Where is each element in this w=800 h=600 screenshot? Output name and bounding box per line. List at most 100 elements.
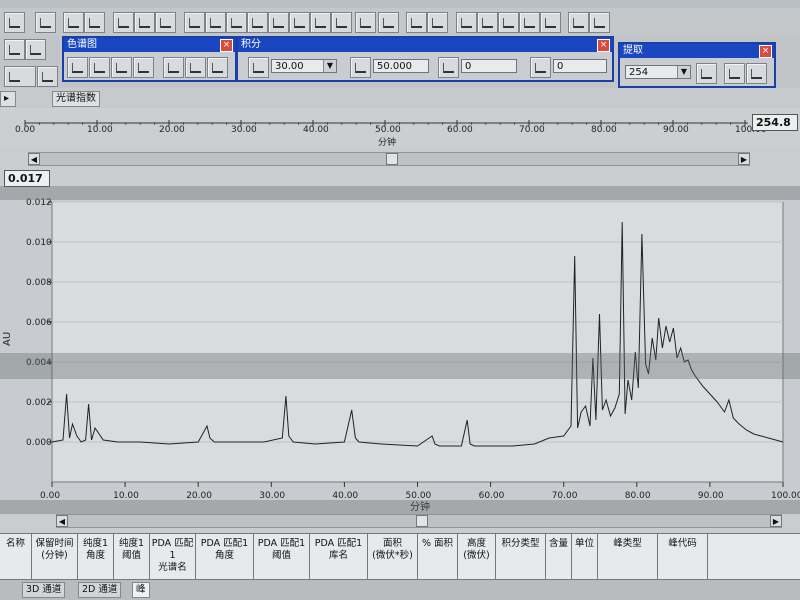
peak-width-select[interactable]: 30.00 ▼ (271, 59, 337, 73)
time-axis-tick-label: 40.00 (303, 125, 329, 135)
toolbar-tool-icon[interactable] (226, 12, 247, 33)
toolbar-tool-icon[interactable] (427, 12, 448, 33)
scroll-right-icon[interactable]: ▶ (770, 515, 782, 527)
scroll-left-icon[interactable]: ◀ (56, 515, 68, 527)
tab-2d-channel[interactable]: 2D 通道 (78, 582, 122, 598)
min-height-field[interactable]: 0 (553, 59, 607, 73)
toolbar-tool-icon[interactable] (477, 12, 498, 33)
toolbar-tool-icon[interactable] (84, 12, 105, 33)
chromatogram-tool-icon[interactable] (207, 57, 228, 78)
toolbar-tool-icon[interactable] (355, 12, 376, 33)
chromatogram-tool-icon[interactable] (89, 57, 110, 78)
toolbar-tool-icon[interactable] (519, 12, 540, 33)
plot-area (51, 201, 784, 483)
toolbar-tool-icon[interactable] (4, 39, 25, 60)
peak-width-value: 30.00 (275, 61, 304, 72)
min-height-icon[interactable] (530, 57, 551, 78)
toolbar-tool-icon[interactable] (331, 12, 352, 33)
toolbar-tool-icon[interactable] (4, 66, 36, 87)
table-column-header[interactable]: 峰代码 (658, 534, 708, 580)
time-axis-tick-label: 0.00 (15, 125, 35, 135)
table-column-header[interactable]: 名称 (0, 534, 32, 580)
table-column-header[interactable]: 高度 (微伏) (458, 534, 496, 580)
toolbar-tool-icon[interactable] (4, 12, 25, 33)
toolbar-tool-icon[interactable] (540, 12, 561, 33)
close-icon[interactable]: × (759, 45, 772, 58)
toolbar-tool-icon[interactable] (498, 12, 519, 33)
table-column-header[interactable]: PDA 匹配1 库名 (310, 534, 368, 580)
chromatogram-panel-title: 色谱图 × (64, 38, 235, 52)
table-column-header[interactable]: 纯度1 角度 (78, 534, 114, 580)
table-column-header[interactable]: 保留时间 (分钟) (32, 534, 78, 580)
extract-title-label: 提取 (623, 45, 643, 56)
time-axis-tick-label: 10.00 (87, 125, 113, 135)
table-column-header[interactable]: PDA 匹配1 光谱名 (150, 534, 196, 580)
close-icon[interactable]: × (220, 39, 233, 52)
time-axis-tick-label: 60.00 (447, 125, 473, 135)
main-toolbar (0, 8, 800, 37)
table-column-header[interactable]: 峰类型 (598, 534, 658, 580)
toolbar-tool-icon[interactable] (37, 66, 58, 87)
toolbar-tool-icon[interactable] (406, 12, 427, 33)
help-icon[interactable] (589, 12, 610, 33)
chromatogram-tool-icon[interactable] (133, 57, 154, 78)
table-column-header[interactable]: 积分类型 (496, 534, 546, 580)
toolbar-tool-icon[interactable] (113, 12, 134, 33)
tab-3d-channel[interactable]: 3D 通道 (22, 582, 66, 598)
chart-scrollbar[interactable]: ◀ ▶ (56, 514, 782, 528)
tab-peaks[interactable]: 峰 (132, 582, 150, 598)
min-area-field[interactable]: 0 (461, 59, 517, 73)
tab-expand[interactable]: ▸ (0, 91, 16, 107)
table-column-header[interactable]: 单位 (572, 534, 598, 580)
chevron-down-icon[interactable]: ▼ (677, 66, 690, 78)
wavelength-value: 254 (629, 67, 649, 78)
toolbar-tool-icon[interactable] (289, 12, 310, 33)
toolbar-tool-icon[interactable] (247, 12, 268, 33)
integration-panel-title: 积分 × (238, 38, 612, 52)
extract-panel: 提取 × 254 ▼ (618, 42, 776, 88)
print-icon[interactable] (568, 12, 589, 33)
toolbar-tool-icon[interactable] (155, 12, 176, 33)
toolbar-tool-icon[interactable] (456, 12, 477, 33)
time-axis-tick-label: 80.00 (591, 125, 617, 135)
toolbar-tool-icon[interactable] (35, 12, 56, 33)
toolbar-tool-icon[interactable] (205, 12, 226, 33)
extract-tool-icon[interactable] (746, 63, 767, 84)
chromatogram-tool-icon[interactable] (163, 57, 184, 78)
scroll-right-icon[interactable]: ▶ (738, 153, 750, 165)
tab-spectrum-index[interactable]: 光谱指数 (52, 91, 100, 107)
time-scrollbar[interactable]: ◀ ▶ (28, 152, 750, 166)
scroll-left-icon[interactable]: ◀ (28, 153, 40, 165)
y-axis-tick-label: 0.008 (26, 278, 52, 288)
toolbar-tool-icon[interactable] (310, 12, 331, 33)
extract-tool-icon[interactable] (724, 63, 745, 84)
time-axis-label: 分钟 (378, 138, 397, 148)
scroll-thumb[interactable] (416, 515, 428, 527)
extract-tool-icon[interactable] (696, 63, 717, 84)
threshold-icon[interactable] (350, 57, 371, 78)
chromatogram-tool-icon[interactable] (185, 57, 206, 78)
chromatogram-tool-icon[interactable] (111, 57, 132, 78)
min-height-value: 0 (557, 61, 564, 72)
close-icon[interactable]: × (597, 39, 610, 52)
toolbar-tool-icon[interactable] (184, 12, 205, 33)
scroll-thumb[interactable] (386, 153, 398, 165)
table-column-header[interactable]: 面积 (微伏*秒) (368, 534, 418, 580)
table-column-header[interactable]: PDA 匹配1 角度 (196, 534, 254, 580)
chromatogram-tool-icon[interactable] (67, 57, 88, 78)
toolbar-tool-icon[interactable] (25, 39, 46, 60)
wavelength-select[interactable]: 254 ▼ (625, 65, 691, 79)
toolbar-tool-icon[interactable] (134, 12, 155, 33)
toolbar-tool-icon[interactable] (378, 12, 399, 33)
table-column-header[interactable]: 含量 (546, 534, 572, 580)
toolbar-tool-icon[interactable] (63, 12, 84, 33)
peak-width-icon[interactable] (248, 57, 269, 78)
table-column-header[interactable]: PDA 匹配1 阈值 (254, 534, 310, 580)
table-column-header[interactable]: 纯度1 阈值 (114, 534, 150, 580)
toolbar-tool-icon[interactable] (268, 12, 289, 33)
table-column-header[interactable]: % 面积 (418, 534, 458, 580)
chevron-down-icon[interactable]: ▼ (323, 60, 336, 72)
chromatogram-title-label: 色谱图 (67, 39, 97, 50)
min-area-icon[interactable] (438, 57, 459, 78)
threshold-field[interactable]: 50.000 (373, 59, 429, 73)
